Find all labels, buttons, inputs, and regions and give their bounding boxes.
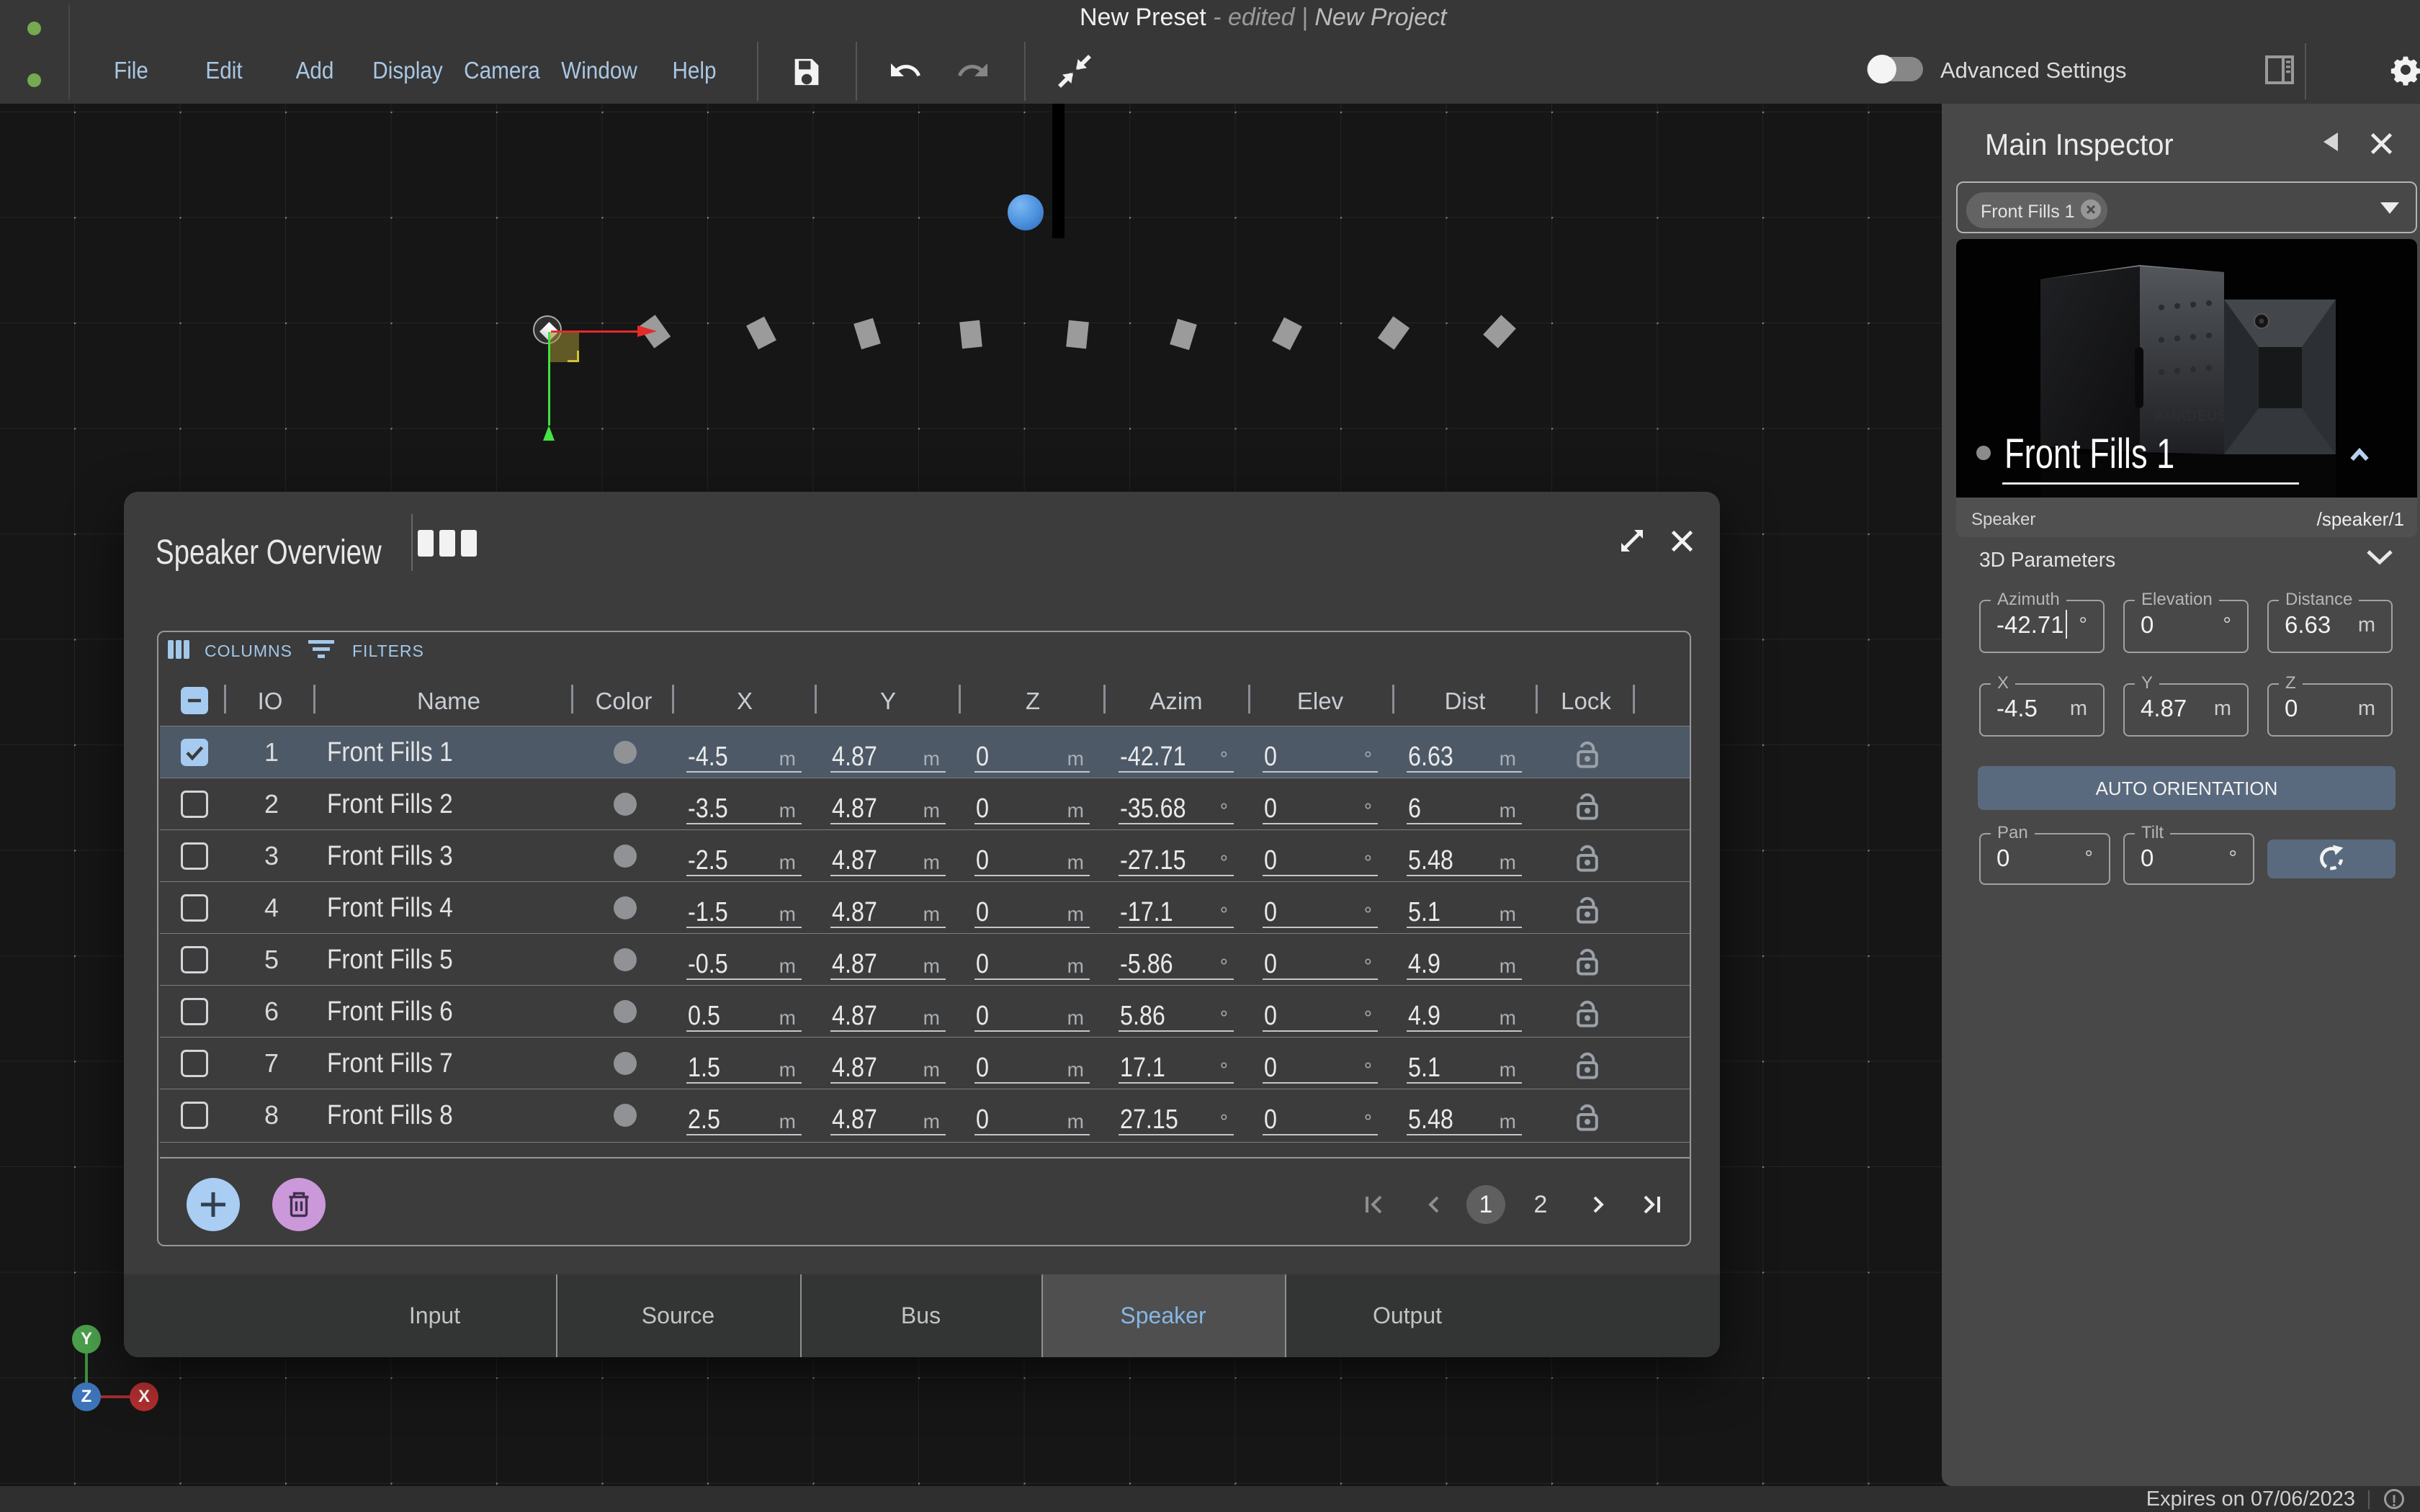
svg-text:AMADEUS: AMADEUS xyxy=(2155,409,2228,424)
